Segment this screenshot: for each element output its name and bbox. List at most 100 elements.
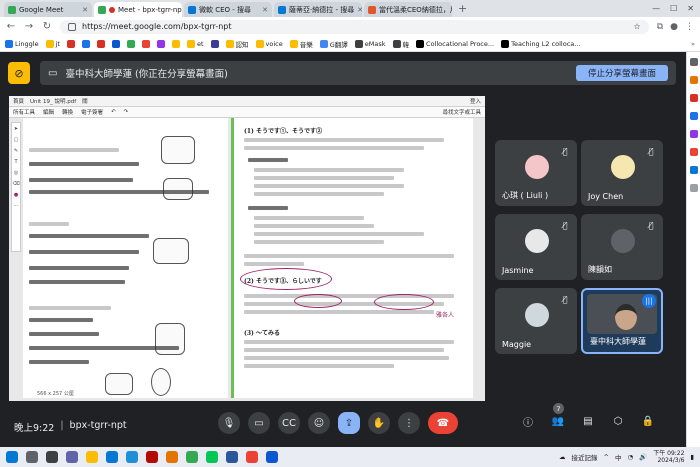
person-icon[interactable] xyxy=(689,112,698,120)
more-bookmarks-icon[interactable]: » xyxy=(691,40,695,48)
store-icon[interactable] xyxy=(106,451,118,463)
maximize-icon[interactable]: ☐ xyxy=(670,4,677,13)
camera-toggle-icon[interactable]: ▭ xyxy=(248,412,270,434)
input-language[interactable]: 中 xyxy=(615,452,622,462)
stamp-icon[interactable]: ◎ xyxy=(14,170,18,176)
close-icon[interactable]: ✕ xyxy=(357,6,362,14)
captions-icon[interactable]: CC xyxy=(278,412,300,434)
bookmark-item[interactable]: Teaching L2 colloca... xyxy=(501,39,580,48)
url-input[interactable]: https://meet.google.com/bpx-tgrr-npt ☆ xyxy=(60,19,649,34)
chat-icon[interactable]: ▤ xyxy=(580,412,596,430)
meeting-details-icon[interactable]: ⓘ xyxy=(520,412,536,430)
app-icon[interactable] xyxy=(266,451,278,463)
menu-dots-icon[interactable]: ⋮ xyxy=(685,22,694,32)
bookmark-item[interactable]: voice xyxy=(255,39,283,48)
bookmark-item[interactable]: eMask xyxy=(354,39,386,48)
clock[interactable]: 下午 09:22 2024/3/6 xyxy=(653,450,684,464)
present-screen-button-icon[interactable]: ⇪ xyxy=(338,412,360,434)
bookmark-item[interactable] xyxy=(111,39,120,48)
text-icon[interactable]: T xyxy=(14,159,17,165)
office-icon[interactable] xyxy=(689,148,698,156)
games-icon[interactable] xyxy=(689,130,698,138)
start-icon[interactable] xyxy=(6,451,18,463)
word-icon[interactable] xyxy=(226,451,238,463)
menu-convert[interactable]: 轉換 xyxy=(62,108,73,116)
tab-search-ceo[interactable]: 微軟 CEO - 搜尋 ✕ xyxy=(184,2,272,17)
bookmark-item[interactable] xyxy=(171,39,180,48)
profile-icon[interactable]: ● xyxy=(670,22,678,32)
bookmark-item[interactable]: et xyxy=(186,39,204,48)
tag-icon[interactable] xyxy=(689,76,698,84)
participant-tile[interactable]: 🎙̸ Joy Chen xyxy=(581,140,663,206)
notification-icon[interactable]: ▮ xyxy=(690,453,694,461)
emoji-icon[interactable]: ☺ xyxy=(308,412,330,434)
tray-arrow-icon[interactable]: ^ xyxy=(604,453,609,461)
bookmark-item[interactable]: 韓 xyxy=(392,39,409,49)
back-icon[interactable]: ← xyxy=(6,21,16,32)
new-tab-icon[interactable]: + xyxy=(454,2,471,15)
participant-tile[interactable]: 🎙̸ Jasmine xyxy=(495,214,577,280)
app-icon[interactable] xyxy=(166,451,178,463)
redo-icon[interactable]: ↷ xyxy=(124,109,129,115)
bookmark-item[interactable] xyxy=(156,39,165,48)
stop-sharing-button[interactable]: 停止分享螢幕畫面 xyxy=(575,65,668,81)
reload-icon[interactable]: ↻ xyxy=(42,21,52,32)
undo-icon[interactable]: ↶ xyxy=(111,109,116,115)
self-view-tile[interactable]: ||| 臺中科大師學蓮 xyxy=(581,288,663,354)
bookmark-item[interactable]: G翻譯 xyxy=(319,39,348,49)
bookmark-item[interactable] xyxy=(66,39,75,48)
more-options-icon[interactable]: ⋮ xyxy=(398,412,420,434)
bookmark-star-icon[interactable]: ☆ xyxy=(634,22,641,31)
login-button[interactable]: 登入 xyxy=(470,97,481,105)
weather-icon[interactable]: ☁ xyxy=(559,453,566,461)
people-icon[interactable]: 👥 7 xyxy=(550,403,566,430)
bookmark-item[interactable]: Linggle xyxy=(5,39,39,48)
close-icon[interactable]: ✕ xyxy=(262,6,268,14)
app-icon[interactable] xyxy=(246,451,258,463)
bookmark-item[interactable]: jt xyxy=(45,39,60,48)
outlook-icon[interactable] xyxy=(689,166,698,174)
volume-icon[interactable]: 🔊 xyxy=(639,453,647,461)
cursor-icon[interactable]: ➤ xyxy=(14,126,18,132)
menu-esign[interactable]: 電子簽署 xyxy=(81,108,103,116)
bookmark-item[interactable]: 認知 xyxy=(225,39,249,49)
bookmark-item[interactable] xyxy=(210,39,219,48)
forward-icon[interactable]: → xyxy=(24,21,34,32)
tab-search-nadella[interactable]: 薩蒂亞·納德拉 - 搜尋 ✕ xyxy=(274,2,362,17)
bookmark-item[interactable] xyxy=(126,39,135,48)
menu-all-tools[interactable]: 所有工具 xyxy=(13,108,35,116)
leave-call-icon[interactable]: ☎ xyxy=(428,412,458,434)
search-icon[interactable] xyxy=(689,58,698,66)
weather-text[interactable]: 接近記錄 xyxy=(572,452,598,462)
tab-google-meet[interactable]: Google Meet ✕ xyxy=(4,2,92,17)
bookmark-item[interactable] xyxy=(81,39,90,48)
shopping-icon[interactable] xyxy=(689,94,698,102)
extensions-icon[interactable]: ⧉ xyxy=(657,22,663,32)
eraser-icon[interactable]: ⌫ xyxy=(12,181,19,187)
pdf-file-tab[interactable]: Unit 19_ 說明.pdf xyxy=(30,97,76,105)
tab-article[interactable]: 當代溫柔CEO納德拉，用… ✕ xyxy=(364,2,452,17)
home-tab[interactable]: 首頁 xyxy=(13,97,24,105)
host-controls-icon[interactable]: 🔒 xyxy=(640,412,656,430)
comment-icon[interactable]: ▢ xyxy=(14,137,19,143)
more-tools-icon[interactable]: ⋯ xyxy=(14,203,19,209)
participant-tile[interactable]: 🎙̸ 陳韻如 xyxy=(581,214,663,280)
teams-icon[interactable] xyxy=(66,451,78,463)
pen-icon[interactable]: ✎ xyxy=(14,148,18,154)
color-icon[interactable]: ● xyxy=(14,192,18,198)
chrome-icon[interactable] xyxy=(186,451,198,463)
bookmark-item[interactable]: Collocational Proce... xyxy=(416,39,494,48)
minimize-icon[interactable]: — xyxy=(652,4,660,13)
line-icon[interactable] xyxy=(206,451,218,463)
microphone-toggle-icon[interactable]: 🎙 xyxy=(218,412,240,434)
site-info-icon[interactable] xyxy=(68,22,76,31)
window-close-icon[interactable]: ✕ xyxy=(687,4,694,13)
activities-icon[interactable]: ⬡ xyxy=(610,412,626,430)
bookmark-item[interactable] xyxy=(141,39,150,48)
menu-edit[interactable]: 編輯 xyxy=(43,108,54,116)
tab-meet-session[interactable]: Meet - bpx-tgrr-npt ✕ xyxy=(94,2,182,17)
participant-tile[interactable]: 🎙̸ 心琪 ( Liuli ) xyxy=(495,140,577,206)
file-explorer-icon[interactable] xyxy=(86,451,98,463)
edge-icon[interactable] xyxy=(126,451,138,463)
bookmark-item[interactable]: 音樂 xyxy=(289,39,313,49)
